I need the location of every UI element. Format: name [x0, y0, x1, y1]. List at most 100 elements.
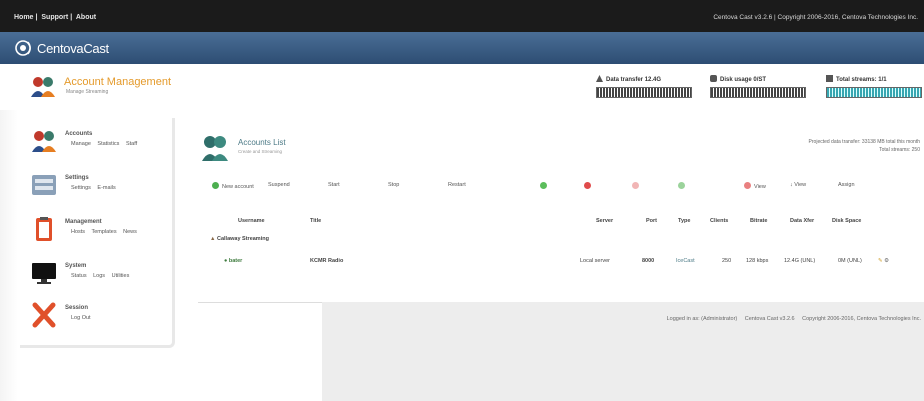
sidebar-link-manage[interactable]: Manage: [71, 141, 91, 147]
data-transfer-stat: Data transfer 12.4G: [596, 75, 661, 83]
account-title: KCMR Radio: [310, 258, 344, 264]
start-button[interactable]: [540, 182, 550, 190]
view-icon: [744, 182, 751, 189]
assign-button[interactable]: Assign: [838, 182, 855, 188]
clipboard-icon: [36, 217, 52, 241]
streams-icon: [826, 75, 833, 82]
total-streams-bar: [826, 87, 922, 98]
col-username[interactable]: Username: [238, 218, 265, 224]
monitor-icon: [32, 263, 56, 284]
sidebar-link-statistics[interactable]: Statistics: [97, 141, 119, 147]
col-bitrate[interactable]: Bitrate: [750, 218, 767, 224]
view-button-2[interactable]: ↓ View: [790, 182, 806, 188]
data-transfer-bar: [596, 87, 692, 98]
sidebar-item-session: Session Log Out: [30, 302, 170, 342]
gear-icon[interactable]: ⚙: [884, 258, 889, 264]
sidebar-link-settings[interactable]: Settings: [71, 185, 91, 191]
disk-usage-fill: [711, 88, 805, 97]
list-toolbar: New account Suspend Start Stop Restart V…: [208, 180, 918, 196]
sidebar-item-settings: Settings Settings E-mails: [30, 172, 170, 212]
restart-icon: [632, 182, 639, 189]
accounts-list-subtitle: Create and Streaming: [238, 149, 283, 154]
account-type: IceCast: [676, 258, 695, 264]
new-account-button[interactable]: New account: [212, 182, 254, 190]
start-icon: [540, 182, 547, 189]
brand-bar: CentovaCast: [0, 32, 924, 64]
accounts-list-panel: Accounts List Create and Streaming Proje…: [190, 118, 924, 303]
disk-usage-bar: [710, 87, 806, 98]
sidebar-title-system: System: [65, 263, 87, 269]
logout-x-icon: [32, 302, 56, 328]
nav-support-link[interactable]: Support: [41, 14, 68, 21]
footer: Logged in as: (Administrator) Centova Ca…: [661, 316, 921, 322]
top-copyright: Centova Cast v3.2.6 | Copyright 2006-201…: [713, 14, 918, 21]
sidebar-link-hosts[interactable]: Hosts: [71, 229, 85, 235]
footer-area: Logged in as: (Administrator) Centova Ca…: [322, 302, 924, 401]
toolbar-faint-4[interactable]: Restart: [448, 182, 466, 188]
user-icon: ▲: [210, 236, 217, 242]
col-title[interactable]: Title: [310, 218, 321, 224]
accounts-list-title: Accounts List: [238, 138, 286, 147]
account-username[interactable]: ● bater: [224, 258, 242, 264]
total-streams-stat: Total streams: 1/1: [826, 75, 887, 83]
restart-button[interactable]: [632, 182, 642, 190]
total-streams-fill: [827, 88, 921, 97]
sidebar-link-logout[interactable]: Log Out: [71, 315, 91, 321]
sidebar-link-templates[interactable]: Templates: [92, 229, 117, 235]
account-bitrate: 128 kbps: [746, 258, 769, 264]
stop-icon: [584, 182, 591, 189]
settings-icon: [32, 175, 56, 195]
sidebar-title-session: Session: [65, 305, 89, 311]
col-disk-space[interactable]: Disk Space: [832, 218, 861, 224]
col-port[interactable]: Port: [646, 218, 657, 224]
centova-logo-icon: [15, 40, 31, 56]
nav-home-link[interactable]: Home: [14, 14, 33, 21]
users-icon: [32, 131, 56, 152]
sidebar-title-management: Management: [65, 219, 102, 225]
disk-usage-stat: Disk usage 0/ST: [710, 75, 766, 83]
page-title: Account Management: [64, 76, 172, 88]
col-clients[interactable]: Clients: [710, 218, 728, 224]
view-button-1[interactable]: View: [744, 182, 766, 190]
accounts-list-icon: [202, 136, 228, 161]
stop-button[interactable]: [584, 182, 594, 190]
sidebar-title-settings: Settings: [65, 175, 89, 181]
sidebar-link-utilities[interactable]: Utilities: [112, 273, 130, 279]
sidebar-item-management: Management Hosts Templates News: [30, 216, 170, 256]
account-data-xfer: 12.4G (UNL): [784, 258, 816, 264]
toolbar-faint-1[interactable]: Suspend: [268, 182, 290, 188]
sidebar-title-accounts: Accounts: [65, 131, 93, 137]
top-nav: Home | Support | About: [14, 14, 97, 21]
add-icon: [212, 182, 219, 189]
sidebar: Accounts Manage Statistics Staff Setting…: [20, 118, 175, 348]
sidebar-link-emails[interactable]: E-mails: [97, 185, 115, 191]
col-server[interactable]: Server: [596, 218, 613, 224]
col-type[interactable]: Type: [678, 218, 690, 224]
account-clients: 250: [722, 258, 732, 264]
edit-icon: [678, 182, 685, 189]
transfer-icon: [596, 75, 603, 82]
projected-transfer: Projected data transfer: 33138 MB total …: [808, 139, 920, 153]
sidebar-link-staff[interactable]: Staff: [126, 141, 137, 147]
group-row: ▲ Callaway Streaming: [210, 236, 269, 242]
account-disk-space: 0M (UNL): [838, 258, 862, 264]
disk-icon: [710, 75, 717, 82]
footer-logged-in: Logged in as: (Administrator): [666, 316, 738, 322]
account-port: 8000: [642, 258, 655, 264]
footer-copyright: Copyright 2006-2016, Centova Technologie…: [802, 316, 921, 322]
brand-name: CentovaCast: [37, 41, 109, 56]
edit-button[interactable]: [678, 182, 688, 190]
users-icon: [31, 77, 55, 97]
nav-about-link[interactable]: About: [76, 14, 96, 21]
sidebar-item-system: System Status Logs Utilities: [30, 260, 170, 300]
left-edge: [0, 110, 18, 401]
toolbar-faint-2[interactable]: Start: [328, 182, 340, 188]
sidebar-link-logs[interactable]: Logs: [93, 273, 105, 279]
account-server: Local server: [580, 258, 610, 264]
toolbar-faint-3[interactable]: Stop: [388, 182, 399, 188]
data-transfer-fill: [597, 88, 691, 97]
edit-pencil-icon[interactable]: ✎: [878, 258, 883, 264]
sidebar-link-news[interactable]: News: [123, 229, 137, 235]
sidebar-link-status[interactable]: Status: [71, 273, 87, 279]
col-data-xfer[interactable]: Data Xfer: [790, 218, 814, 224]
